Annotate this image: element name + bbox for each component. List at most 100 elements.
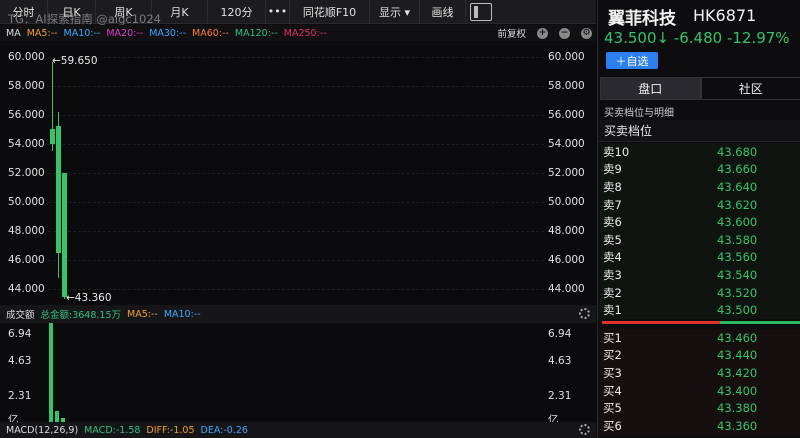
- ask-price: 43.600: [717, 215, 758, 230]
- toolbar-button-5[interactable]: •••: [266, 0, 290, 24]
- volume-chart[interactable]: 6.94 6.94 4.63 4.63 2.31 2.31 亿亿: [0, 323, 596, 426]
- ma-controls: 前复权 + − ⚙: [491, 25, 592, 41]
- bid-row[interactable]: 买6 43.360: [598, 417, 800, 435]
- price-axis-label: 58.000: [8, 79, 45, 92]
- bid-price: 43.460: [717, 330, 758, 345]
- ask-price: 43.540: [717, 267, 758, 282]
- macd-header: MACD(12,26,9) MACD:-1.58 DIFF:-1.05 DEA:…: [0, 422, 596, 438]
- high-annotation: ←59.650: [52, 54, 98, 67]
- bid-row[interactable]: 买2 43.440: [598, 346, 800, 365]
- volume-bar[interactable]: [49, 323, 53, 422]
- grid-line: [48, 143, 544, 145]
- ask-row[interactable]: 卖5 43.580: [598, 231, 800, 249]
- quote-tabs: 盘口 社区: [600, 77, 800, 100]
- price-axis-label: 52.000: [548, 167, 585, 179]
- grid-line: [48, 260, 544, 262]
- bid-price: 43.360: [717, 418, 758, 433]
- add-watchlist-button[interactable]: ＋自选: [606, 52, 658, 69]
- ask-row[interactable]: 卖4 43.560: [598, 248, 800, 267]
- bid-price: 43.400: [717, 383, 758, 398]
- volume-axis-label: 6.94: [8, 328, 32, 340]
- ask-level-label: 卖8: [603, 179, 622, 194]
- quote-panel: 翼菲科技 HK6871 43.500↓ -6.480 -12.97% ＋自选 盘…: [597, 0, 800, 438]
- price-chart[interactable]: 60.000 60.000 58.000 58.000 56.000 56.000 54.0…: [0, 42, 596, 304]
- ask-level-label: 卖3: [603, 267, 622, 282]
- ask-level-label: 卖6: [603, 215, 622, 230]
- toolbar-button-8[interactable]: 画线: [420, 0, 466, 24]
- grid-line: [48, 173, 544, 174]
- ask-price: 43.680: [717, 144, 758, 159]
- stock-price-change: 43.500↓ -6.480 -12.97%: [604, 29, 790, 47]
- ma-indicator-row: MA MA5:-- MA10:-- MA20:-- MA30:-- MA60:-- MA1…: [0, 25, 596, 41]
- macd-label: MACD(12,26,9): [6, 424, 79, 436]
- grid-line: [48, 289, 544, 291]
- bid-price: 43.420: [717, 365, 758, 380]
- toolbar-button-6[interactable]: 同花顺F10: [290, 0, 370, 24]
- toolbar-button-2[interactable]: 周K: [96, 0, 152, 24]
- ask-price: 43.580: [717, 232, 758, 247]
- ma-item: MA60:--: [192, 27, 229, 39]
- toolbar-button-4[interactable]: 120分: [208, 0, 266, 24]
- ma-item: MA10:--: [63, 27, 101, 39]
- volume-ma5: MA5:--: [127, 308, 158, 320]
- ask-row[interactable]: 卖3 43.540: [598, 266, 800, 284]
- orderbook-title: 买卖档位: [598, 120, 800, 142]
- volume-axis-label: 4.63: [8, 355, 32, 367]
- bid-price: 43.380: [717, 401, 758, 416]
- tab-community[interactable]: 社区: [700, 77, 800, 100]
- zoom-in-icon[interactable]: +: [537, 27, 548, 39]
- ask-price: 43.560: [717, 250, 758, 265]
- ask-row[interactable]: 卖2 43.520: [598, 283, 800, 302]
- toolbar-button-1[interactable]: 日K: [48, 0, 96, 24]
- macd-value: MACD:-1.58: [84, 424, 141, 436]
- grid-line: [48, 231, 544, 233]
- ask-price: 43.620: [717, 197, 758, 212]
- bid-row[interactable]: 买5 43.380: [598, 399, 800, 417]
- price-axis-label: 50.000: [8, 196, 45, 209]
- bid-row[interactable]: 买3 43.420: [598, 364, 800, 382]
- ask-level-label: 卖9: [603, 162, 622, 177]
- bid-level-label: 买1: [603, 330, 622, 345]
- ma-item: MA5:--: [26, 27, 58, 39]
- ask-row[interactable]: 卖1 43.500: [598, 301, 800, 319]
- grid-line: [48, 114, 544, 116]
- tab-orderbook[interactable]: 盘口: [600, 77, 701, 100]
- macd-settings-icon[interactable]: [579, 424, 590, 435]
- low-annotation: ←43.360: [66, 291, 112, 304]
- zoom-out-icon[interactable]: −: [559, 27, 570, 39]
- volume-header: 成交额 总金额:3648.15万 MA5:-- MA10:--: [0, 305, 596, 323]
- settings-icon[interactable]: ⚙: [581, 27, 592, 39]
- layout-toggle-icon[interactable]: [470, 2, 492, 21]
- ask-level-label: 卖7: [603, 197, 622, 212]
- candle-body[interactable]: [56, 126, 61, 254]
- ask-level-label: 卖10: [603, 144, 630, 159]
- toolbar-button-7[interactable]: 显示 ▾: [370, 0, 420, 24]
- bid-row[interactable]: 买4 43.400: [598, 381, 800, 400]
- price-axis-label: 46.000: [548, 254, 585, 267]
- volume-axis-label: 2.31: [548, 390, 572, 402]
- ask-row[interactable]: 卖6 43.600: [598, 213, 800, 231]
- volume-bar[interactable]: [55, 411, 59, 422]
- ask-row[interactable]: 卖10 43.680: [598, 143, 800, 161]
- ask-row[interactable]: 卖9 43.660: [598, 160, 800, 179]
- bid-level-label: 买5: [603, 401, 622, 416]
- candle-body[interactable]: [62, 173, 67, 297]
- price-axis-label: 58.000: [548, 79, 585, 92]
- volume-settings-icon[interactable]: [579, 308, 590, 319]
- adjust-toggle[interactable]: 前复权: [497, 26, 526, 40]
- orderbook-subheading: 买卖档位与明细: [604, 108, 674, 119]
- ask-level-label: 卖2: [603, 285, 622, 300]
- ma-item: MA30:--: [149, 27, 187, 39]
- candle-body[interactable]: [50, 129, 55, 144]
- ask-level-label: 卖4: [603, 250, 622, 265]
- grid-line: [48, 56, 544, 58]
- price-axis-label: 52.000: [8, 167, 45, 179]
- ask-row[interactable]: 卖7 43.620: [598, 195, 800, 214]
- ma-item: MA20:--: [106, 27, 144, 39]
- toolbar-button-3[interactable]: 月K: [152, 0, 208, 24]
- ask-row[interactable]: 卖8 43.640: [598, 178, 800, 196]
- bid-row[interactable]: 买1 43.460: [598, 329, 800, 347]
- diff-value: DIFF:-1.05: [146, 424, 195, 436]
- grid-line: [48, 202, 544, 204]
- toolbar-button-0[interactable]: 分时: [0, 0, 48, 24]
